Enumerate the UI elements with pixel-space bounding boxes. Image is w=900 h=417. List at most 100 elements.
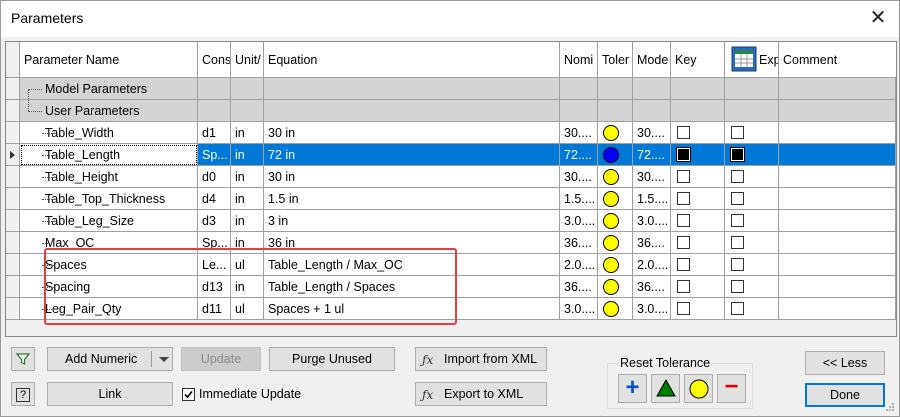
row-indicator[interactable]: [6, 276, 20, 298]
equation-cell[interactable]: 36 in: [264, 232, 560, 254]
equation-cell[interactable]: 1.5 in: [264, 188, 560, 210]
key-cell[interactable]: [671, 232, 725, 254]
col-header-export[interactable]: Exp: [725, 42, 779, 78]
cons-cell[interactable]: d4: [198, 188, 231, 210]
key-checkbox[interactable]: [677, 258, 690, 271]
row-indicator[interactable]: [6, 144, 20, 166]
comment-cell[interactable]: [779, 188, 896, 210]
col-header-name[interactable]: Parameter Name: [20, 42, 198, 78]
model-cell[interactable]: 30....: [633, 166, 671, 188]
tolerance-cell[interactable]: [598, 254, 633, 276]
nominal-cell[interactable]: 3.0....: [560, 210, 598, 232]
immediate-update-label[interactable]: Immediate Update: [199, 387, 301, 401]
tolerance-cell[interactable]: [598, 166, 633, 188]
export-checkbox[interactable]: [731, 302, 744, 315]
model-cell[interactable]: 30....: [633, 122, 671, 144]
group-row-model[interactable]: Model Parameters: [20, 78, 896, 100]
row-indicator[interactable]: [6, 298, 20, 320]
comment-cell[interactable]: [779, 298, 896, 320]
model-cell[interactable]: 3.0....: [633, 210, 671, 232]
upper-tolerance-button[interactable]: +: [618, 374, 647, 403]
model-cell[interactable]: 72....: [633, 144, 671, 166]
cons-cell[interactable]: d13: [198, 276, 231, 298]
comment-cell[interactable]: [779, 144, 896, 166]
unit-cell[interactable]: in: [231, 188, 264, 210]
key-cell[interactable]: [671, 254, 725, 276]
help-button[interactable]: ?: [11, 382, 35, 406]
equation-cell[interactable]: 30 in: [264, 166, 560, 188]
parameter-row[interactable]: Max_OC Sp... in 36 in 36.... 36....: [20, 232, 896, 254]
export-checkbox[interactable]: [731, 170, 744, 183]
parameter-row[interactable]: Spaces Le... ul Table_Length / Max_OC 2.0...…: [20, 254, 896, 276]
comment-cell[interactable]: [779, 210, 896, 232]
unit-cell[interactable]: in: [231, 276, 264, 298]
unit-cell[interactable]: ul: [231, 298, 264, 320]
col-header-unit[interactable]: Unit/: [231, 42, 264, 78]
row-indicator[interactable]: [6, 210, 20, 232]
model-cell[interactable]: 36....: [633, 276, 671, 298]
unit-cell[interactable]: in: [231, 232, 264, 254]
export-cell[interactable]: [725, 254, 779, 276]
export-checkbox[interactable]: [731, 214, 744, 227]
key-checkbox[interactable]: [677, 302, 690, 315]
unit-cell[interactable]: in: [231, 210, 264, 232]
tolerance-cell[interactable]: [598, 122, 633, 144]
cons-cell[interactable]: Le...: [198, 254, 231, 276]
key-checkbox[interactable]: [677, 148, 690, 161]
export-checkbox[interactable]: [731, 126, 744, 139]
key-cell[interactable]: [671, 298, 725, 320]
immediate-update-checkbox[interactable]: [182, 388, 195, 401]
tolerance-cell[interactable]: [598, 144, 633, 166]
update-button[interactable]: Update: [181, 347, 261, 371]
key-checkbox[interactable]: [677, 126, 690, 139]
equation-cell[interactable]: Spaces + 1 ul: [264, 298, 560, 320]
comment-cell[interactable]: [779, 122, 896, 144]
parameter-row[interactable]: Table_Height d0 in 30 in 30.... 30....: [20, 166, 896, 188]
model-cell[interactable]: 3.0....: [633, 298, 671, 320]
export-cell[interactable]: [725, 210, 779, 232]
export-cell[interactable]: [725, 276, 779, 298]
col-header-consumed-by[interactable]: Cons: [198, 42, 231, 78]
nominal-cell[interactable]: 2.0....: [560, 254, 598, 276]
key-checkbox[interactable]: [677, 280, 690, 293]
parameter-row[interactable]: Table_Length Sp... in 72 in 72.... 72....: [20, 144, 896, 166]
unit-cell[interactable]: ul: [231, 254, 264, 276]
done-button[interactable]: Done: [805, 383, 885, 407]
key-checkbox[interactable]: [677, 214, 690, 227]
comment-cell[interactable]: [779, 254, 896, 276]
tolerance-cell[interactable]: [598, 232, 633, 254]
key-cell[interactable]: [671, 166, 725, 188]
unit-cell[interactable]: in: [231, 144, 264, 166]
key-checkbox[interactable]: [677, 170, 690, 183]
median-tolerance-button[interactable]: [684, 374, 713, 403]
export-checkbox[interactable]: [731, 192, 744, 205]
export-cell[interactable]: [725, 144, 779, 166]
parameter-row[interactable]: Leg_Pair_Qty d11 ul Spaces + 1 ul 3.0.... 3.0…: [20, 298, 896, 320]
key-checkbox[interactable]: [677, 192, 690, 205]
key-cell[interactable]: [671, 276, 725, 298]
comment-cell[interactable]: [779, 232, 896, 254]
nominal-tolerance-button[interactable]: [651, 374, 680, 403]
unit-cell[interactable]: in: [231, 122, 264, 144]
key-cell[interactable]: [671, 144, 725, 166]
nominal-cell[interactable]: 3.0....: [560, 298, 598, 320]
parameter-grid[interactable]: Parameter Name Cons Unit/ Equation Nomi …: [5, 41, 897, 337]
equation-cell[interactable]: 72 in: [264, 144, 560, 166]
col-header-equation[interactable]: Equation: [264, 42, 560, 78]
tolerance-cell[interactable]: [598, 298, 633, 320]
key-cell[interactable]: [671, 210, 725, 232]
cons-cell[interactable]: d1: [198, 122, 231, 144]
nominal-cell[interactable]: 36....: [560, 276, 598, 298]
row-indicator[interactable]: [6, 188, 20, 210]
add-numeric-dropdown[interactable]: [155, 347, 173, 371]
export-checkbox[interactable]: [731, 148, 744, 161]
equation-cell[interactable]: 3 in: [264, 210, 560, 232]
tolerance-cell[interactable]: [598, 276, 633, 298]
col-header-tolerance[interactable]: Toler: [598, 42, 633, 78]
nominal-cell[interactable]: 36....: [560, 232, 598, 254]
model-cell[interactable]: 36....: [633, 232, 671, 254]
tolerance-cell[interactable]: [598, 210, 633, 232]
col-header-key[interactable]: Key: [671, 42, 725, 78]
comment-cell[interactable]: [779, 276, 896, 298]
unit-cell[interactable]: in: [231, 166, 264, 188]
